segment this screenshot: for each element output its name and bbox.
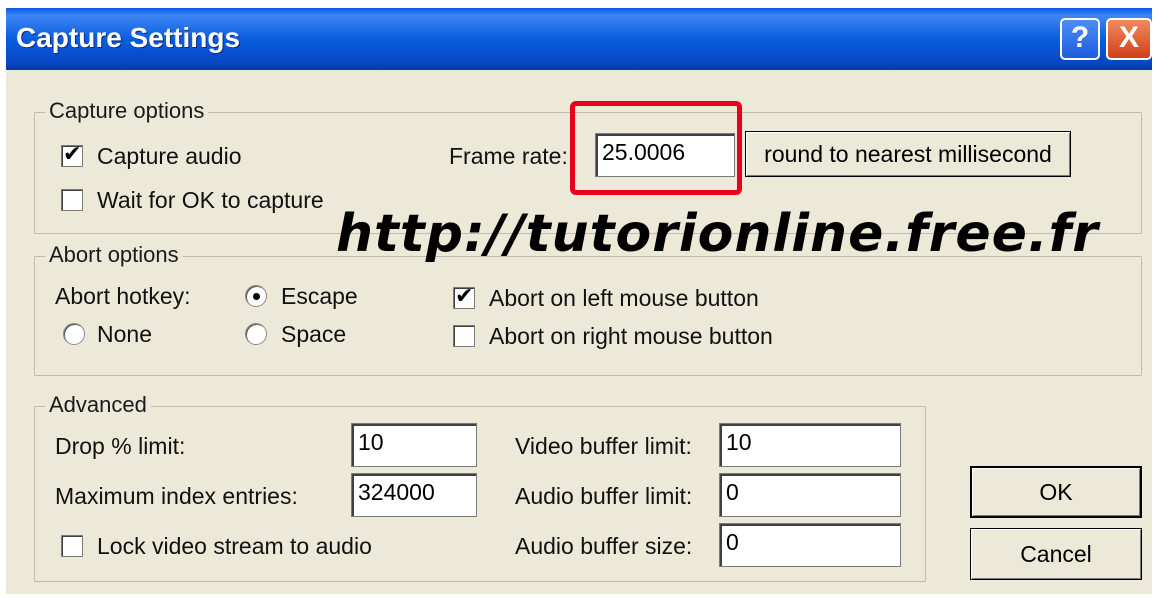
capture-options-title: Capture options: [45, 98, 209, 124]
drop-limit-input[interactable]: 10: [351, 423, 477, 467]
title-bar[interactable]: Capture Settings ? X: [6, 8, 1152, 70]
watermark-url: http://tutorionline.free.fr: [336, 204, 1099, 264]
abort-left-mouse-checkbox[interactable]: [453, 284, 475, 309]
advanced-group: Advanced Drop % limit: 10 Maximum index …: [34, 392, 926, 582]
max-index-label: Maximum index entries:: [55, 483, 298, 509]
space-radio[interactable]: [245, 323, 267, 345]
abort-options-title: Abort options: [45, 242, 183, 268]
frame-rate-highlight: [570, 101, 742, 195]
lock-video-checkbox[interactable]: [61, 535, 83, 557]
lock-video-label[interactable]: Lock video stream to audio: [97, 531, 372, 561]
none-label[interactable]: None: [97, 319, 152, 349]
escape-label[interactable]: Escape: [281, 281, 358, 311]
abort-right-mouse-label[interactable]: Abort on right mouse button: [489, 321, 773, 351]
capture-audio-checkbox[interactable]: [61, 142, 83, 167]
help-icon[interactable]: ?: [1060, 18, 1100, 60]
abort-right-mouse-checkbox[interactable]: [453, 325, 475, 347]
audio-buffer-size-input[interactable]: 0: [719, 523, 901, 567]
none-radio[interactable]: [63, 323, 85, 345]
video-buffer-label: Video buffer limit:: [515, 433, 692, 459]
wait-for-ok-checkbox[interactable]: [61, 189, 83, 211]
max-index-input[interactable]: 324000: [351, 473, 477, 517]
abort-options-group: Abort options Abort hotkey: Escape None …: [34, 242, 1142, 376]
space-label[interactable]: Space: [281, 319, 346, 349]
abort-hotkey-label: Abort hotkey:: [55, 283, 191, 309]
audio-buffer-size-label: Audio buffer size:: [515, 533, 693, 559]
frame-rate-label: Frame rate:: [449, 143, 568, 169]
drop-limit-label: Drop % limit:: [55, 433, 186, 459]
abort-left-mouse-label[interactable]: Abort on left mouse button: [489, 283, 759, 313]
ok-button[interactable]: OK: [970, 466, 1142, 518]
wait-for-ok-label[interactable]: Wait for OK to capture: [97, 185, 324, 215]
audio-buffer-limit-input[interactable]: 0: [719, 473, 901, 517]
advanced-title: Advanced: [45, 392, 151, 418]
dialog-title: Capture Settings: [16, 22, 241, 53]
capture-audio-label[interactable]: Capture audio: [97, 141, 242, 171]
video-buffer-input[interactable]: 10: [719, 423, 901, 467]
audio-buffer-limit-label: Audio buffer limit:: [515, 483, 693, 509]
close-icon[interactable]: X: [1106, 18, 1152, 60]
capture-settings-dialog: Capture Settings ? X Capture options Cap…: [6, 8, 1152, 594]
cancel-button[interactable]: Cancel: [970, 528, 1142, 580]
round-to-millisecond-button[interactable]: round to nearest millisecond: [745, 131, 1071, 177]
escape-radio[interactable]: [245, 285, 267, 307]
